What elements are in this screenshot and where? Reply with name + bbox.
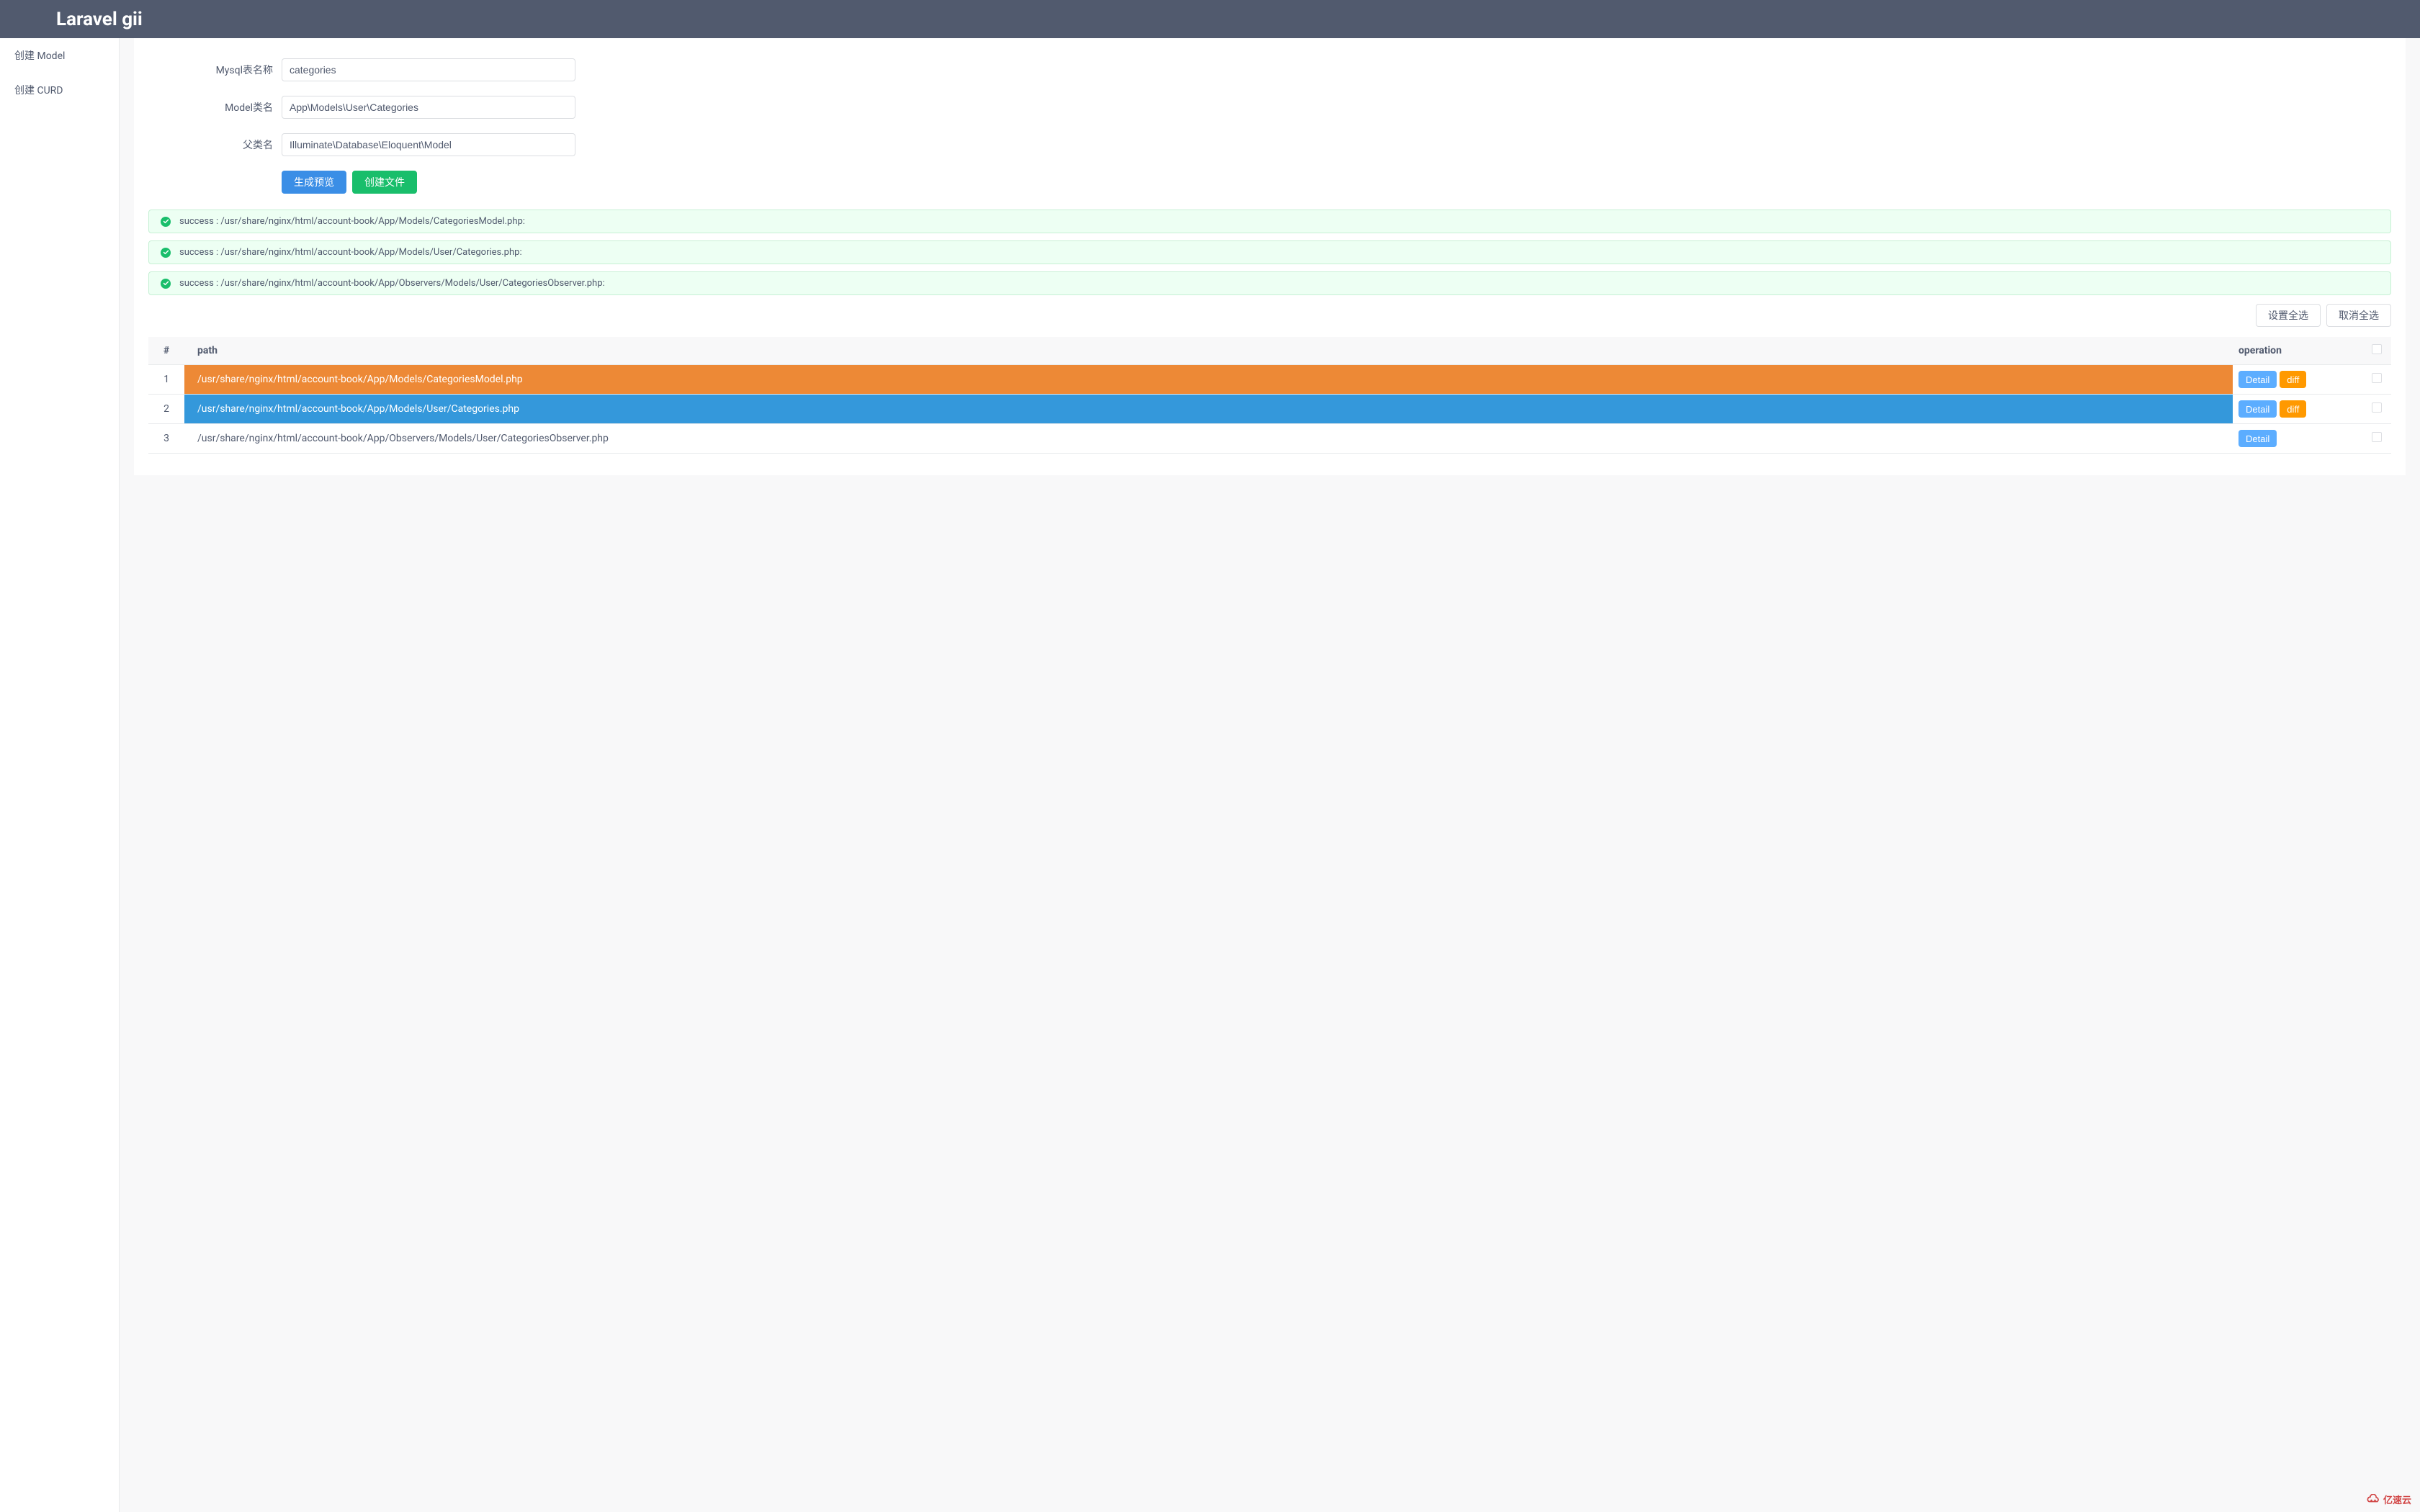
alert-message: success : /usr/share/nginx/html/account-… — [179, 216, 525, 227]
row-path-cell: /usr/share/nginx/html/account-book/App/M… — [184, 365, 2233, 395]
deselect-all-button[interactable]: 取消全选 — [2326, 304, 2391, 327]
watermark: 亿速云 — [2366, 1493, 2411, 1506]
content-box: Mysql表名称 Model类名 父类名 生成预览 创建文件 — [134, 38, 2406, 475]
model-class-input[interactable] — [282, 96, 575, 119]
check-circle-icon — [161, 248, 171, 258]
files-table: # path operation 1/usr/share/nginx/html/… — [148, 337, 2391, 454]
cloud-icon — [2366, 1494, 2380, 1506]
row-number: 2 — [148, 395, 184, 424]
sidebar-item-curd[interactable]: 创建 CURD — [0, 73, 119, 107]
row-operation: Detaildiff — [2233, 365, 2362, 395]
row-checkbox[interactable] — [2372, 402, 2382, 413]
parent-class-label: 父类名 — [148, 138, 282, 152]
row-checkbox[interactable] — [2372, 373, 2382, 383]
alert-success: success : /usr/share/nginx/html/account-… — [148, 271, 2391, 295]
col-header-num: # — [148, 337, 184, 365]
header: Laravel gii — [0, 0, 2420, 38]
diff-button[interactable]: diff — [2280, 371, 2306, 388]
table-row: 1/usr/share/nginx/html/account-book/App/… — [148, 365, 2391, 395]
main: Mysql表名称 Model类名 父类名 生成预览 创建文件 — [120, 38, 2420, 1512]
row-path: /usr/share/nginx/html/account-book/App/M… — [184, 365, 2233, 394]
row-checkbox[interactable] — [2372, 432, 2382, 442]
sidebar: 创建 Model 创建 CURD — [0, 38, 120, 1512]
table-header-row: # path operation — [148, 337, 2391, 365]
check-circle-icon — [161, 279, 171, 289]
diff-button[interactable]: diff — [2280, 400, 2306, 418]
detail-button[interactable]: Detail — [2238, 400, 2277, 418]
layout: 创建 Model 创建 CURD Mysql表名称 Model类名 父类名 — [0, 38, 2420, 1512]
form-area: Mysql表名称 Model类名 父类名 生成预览 创建文件 — [148, 53, 710, 194]
watermark-label: 亿速云 — [2383, 1493, 2411, 1506]
row-check-cell — [2362, 395, 2391, 424]
row-path-cell: /usr/share/nginx/html/account-book/App/M… — [184, 395, 2233, 424]
preview-button[interactable]: 生成预览 — [282, 171, 346, 194]
table-row: 3/usr/share/nginx/html/account-book/App/… — [148, 424, 2391, 454]
model-class-label: Model类名 — [148, 100, 282, 114]
alert-message: success : /usr/share/nginx/html/account-… — [179, 278, 605, 289]
table-row: 2/usr/share/nginx/html/account-book/App/… — [148, 395, 2391, 424]
alert-success: success : /usr/share/nginx/html/account-… — [148, 210, 2391, 233]
sidebar-item-label: 创建 Model — [14, 50, 65, 62]
table-name-label: Mysql表名称 — [148, 63, 282, 77]
col-header-path: path — [184, 337, 2233, 365]
row-path: /usr/share/nginx/html/account-book/App/M… — [184, 395, 2233, 423]
select-all-checkbox[interactable] — [2372, 344, 2382, 354]
form-row-table: Mysql表名称 — [148, 58, 710, 81]
form-row-model: Model类名 — [148, 96, 710, 119]
row-number: 3 — [148, 424, 184, 454]
row-check-cell — [2362, 365, 2391, 395]
alert-success: success : /usr/share/nginx/html/account-… — [148, 240, 2391, 264]
row-check-cell — [2362, 424, 2391, 454]
row-number: 1 — [148, 365, 184, 395]
select-all-button[interactable]: 设置全选 — [2256, 304, 2321, 327]
col-header-check — [2362, 337, 2391, 365]
alert-message: success : /usr/share/nginx/html/account-… — [179, 247, 522, 258]
row-path: /usr/share/nginx/html/account-book/App/O… — [184, 424, 2233, 453]
alerts-container: success : /usr/share/nginx/html/account-… — [148, 210, 2391, 295]
row-path-cell: /usr/share/nginx/html/account-book/App/O… — [184, 424, 2233, 454]
table-actions: 设置全选 取消全选 — [148, 304, 2391, 327]
header-title: Laravel gii — [56, 9, 143, 30]
form-row-parent: 父类名 — [148, 133, 710, 156]
row-operation: Detail — [2233, 424, 2362, 454]
button-row: 生成预览 创建文件 — [148, 171, 710, 194]
row-operation: Detaildiff — [2233, 395, 2362, 424]
detail-button[interactable]: Detail — [2238, 430, 2277, 447]
create-file-button[interactable]: 创建文件 — [352, 171, 417, 194]
sidebar-item-model[interactable]: 创建 Model — [0, 38, 119, 73]
sidebar-item-label: 创建 CURD — [14, 85, 63, 96]
table-name-input[interactable] — [282, 58, 575, 81]
check-circle-icon — [161, 217, 171, 227]
col-header-operation: operation — [2233, 337, 2362, 365]
parent-class-input[interactable] — [282, 133, 575, 156]
detail-button[interactable]: Detail — [2238, 371, 2277, 388]
